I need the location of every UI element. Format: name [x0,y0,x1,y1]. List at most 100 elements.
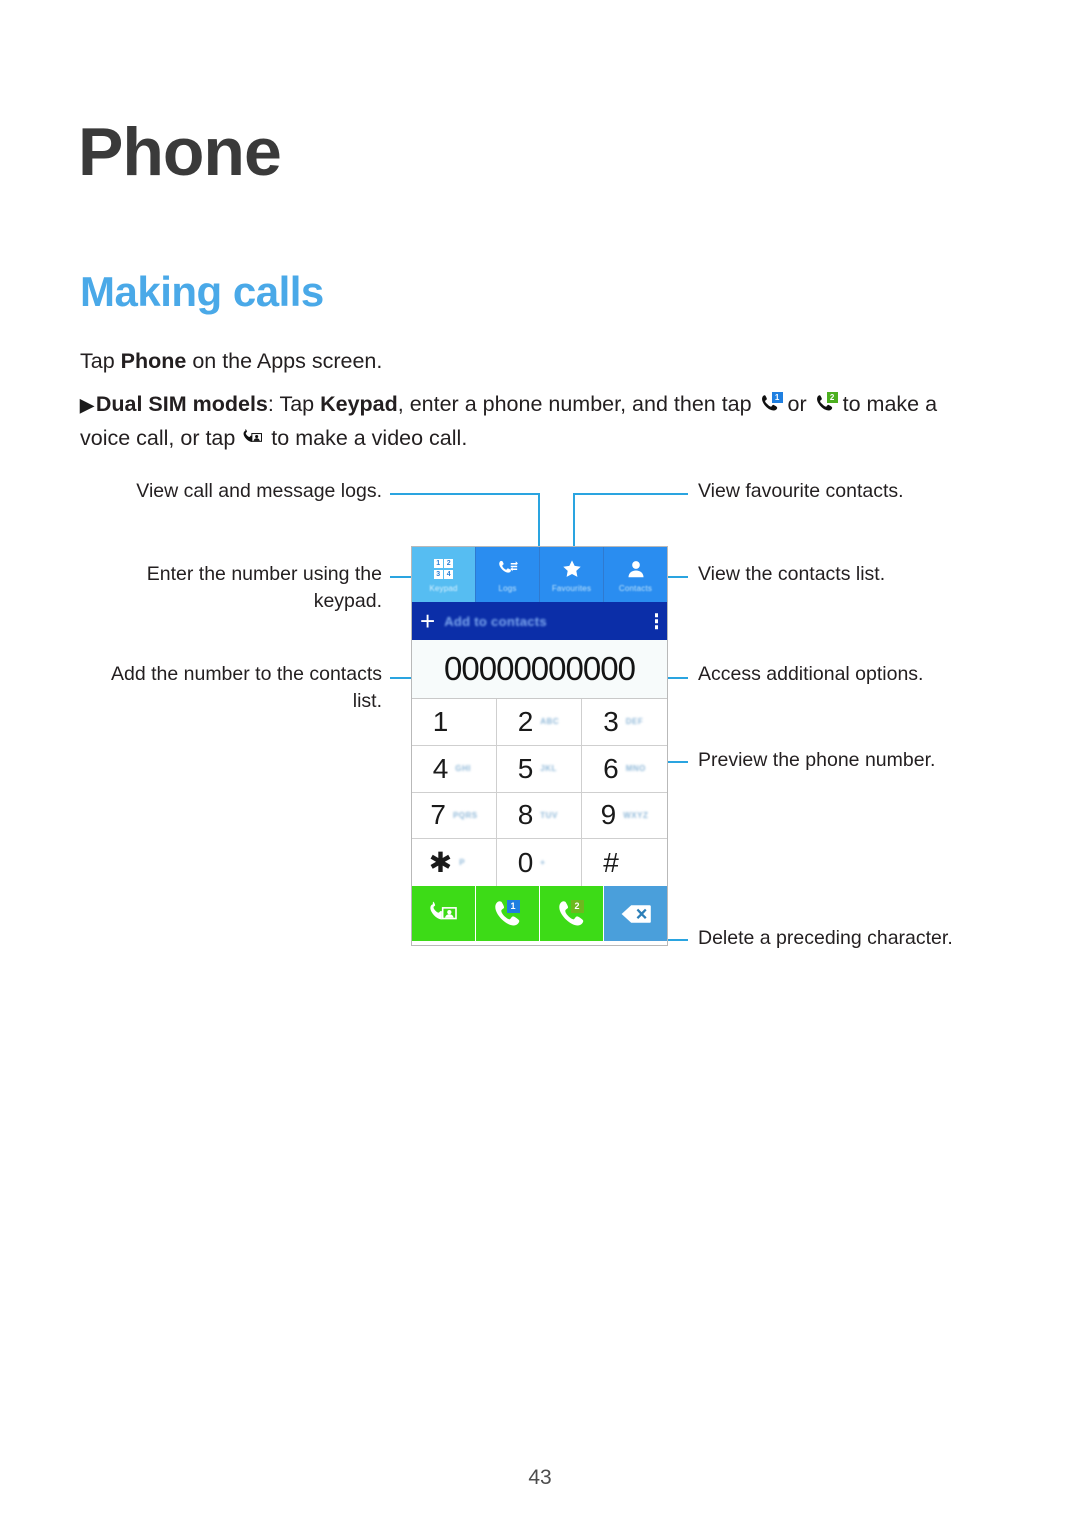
page-title: Phone [78,114,282,190]
key-letters: GHI [455,764,472,774]
keypad-grid-icon: 1 2 3 4 [433,558,455,580]
call-logs-icon [497,558,519,580]
body-text: Tap Phone on the Apps screen. ▶Dual SIM … [80,345,980,465]
phone-handset-icon: 1 [492,898,524,930]
callout-favourites: View favourite contacts. [698,480,904,502]
callout-more-options: Access additional options. [698,663,924,685]
kebab-menu-icon[interactable] [654,613,658,629]
key-7[interactable]: 7 PQRS [412,792,497,840]
text-keypad-bold: Keypad [320,392,398,416]
star-icon [561,558,583,580]
sim1-badge: 1 [771,392,783,403]
phone-app-screenshot: 1 2 3 4 Keypad Logs Favourites Contacts … [411,546,668,946]
sim2-badge: 2 [826,392,838,403]
video-call-icon [242,427,264,449]
section-title: Making calls [80,268,324,315]
key-4[interactable]: 4 GHI [412,745,497,793]
annotated-figure: View call and message logs. Enter the nu… [0,470,1080,990]
paragraph-tap-phone: Tap Phone on the Apps screen. [80,345,980,378]
key-8[interactable]: 8 TUV [497,792,582,840]
callout-add-contacts: Add the number to the contacts list. [110,663,382,712]
sim2-badge: 2 [570,899,584,913]
callout-contacts: View the contacts list. [698,563,886,585]
leader-logs-horizontal [390,493,540,495]
key-9[interactable]: 9 WXYZ [582,793,667,840]
backspace-button[interactable] [604,886,667,941]
callout-keypad: Enter the number using the keypad. [146,563,382,612]
text-dual-sim-t2: , enter a phone number, and then tap [397,392,758,416]
key-letters: WXYZ [623,810,649,820]
key-2[interactable]: 2 ABC [497,699,582,746]
tab-contacts-label: Contacts [618,584,653,593]
text-dual-sim-t1: : Tap [267,392,321,416]
text-line1-bold: Phone [120,349,187,373]
key-digit: 5 [517,752,534,784]
keypad-grid-digit: 2 [444,559,454,569]
key-digit: 8 [517,799,534,831]
tab-logs[interactable]: Logs [476,547,540,602]
tab-favourites-label: Favourites [551,584,592,593]
key-digit: 4 [432,752,449,784]
tab-favourites[interactable]: Favourites [540,547,604,602]
backspace-icon [620,898,652,930]
text-line1-post: on the Apps screen. [186,349,383,373]
tab-bar: 1 2 3 4 Keypad Logs Favourites Contacts [412,547,667,602]
key-letters: DEF [625,717,644,727]
tab-contacts[interactable]: Contacts [604,547,667,602]
tab-keypad-label: Keypad [429,584,458,593]
text-line1-pre: Tap [80,349,121,373]
person-icon [625,558,647,580]
phone-handset-sim2-icon: 2 [814,392,838,415]
key-3[interactable]: 3 DEF [582,699,667,746]
key-1[interactable]: 1 [412,699,497,746]
key-letters: TUV [540,810,558,820]
key-letters: JKL [540,764,557,774]
call-sim2-button[interactable]: 2 [540,886,604,941]
key-digit: ✱ [428,846,453,878]
key-digit: 2 [517,705,534,737]
bullet-triangle-icon: ▶ [80,395,94,415]
key-hash[interactable]: # [582,839,667,886]
key-0[interactable]: 0 + [497,839,582,886]
paragraph-dual-sim: ▶Dual SIM models: Tap Keypad, enter a ph… [80,388,980,455]
number-display-field[interactable]: 00000000000 [412,640,667,699]
key-letters: ABC [540,717,560,727]
add-to-contacts-label: Add to contacts [444,613,547,629]
key-digit: # [603,846,619,878]
key-digit: 1 [432,705,449,737]
tab-logs-label: Logs [498,584,517,593]
callout-preview: Preview the phone number. [698,749,936,771]
key-letters: MNO [625,764,646,774]
key-letters: P [459,858,466,868]
sim1-badge: 1 [506,899,520,913]
key-digit: 9 [600,799,617,831]
keypad-grid-digit: 1 [433,559,443,569]
video-call-button[interactable] [412,886,476,941]
text-dual-sim-t5: to make a video call. [265,426,468,450]
phone-handset-sim1-icon: 1 [759,392,783,415]
leader-favourites-horizontal [573,493,688,495]
entered-number: 00000000000 [444,650,636,687]
keypad-grid-digit: 3 [433,569,443,579]
plus-icon: + [420,606,436,636]
phone-handset-icon: 2 [556,898,588,930]
key-digit: 0 [517,846,534,878]
key-star[interactable]: ✱ P [412,839,497,886]
key-5[interactable]: 5 JKL [497,745,582,793]
key-6[interactable]: 6 MNO [582,746,667,793]
keypad-grid-digit: 4 [444,569,454,579]
call-sim1-button[interactable]: 1 [476,886,540,941]
add-to-contacts-bar[interactable]: + Add to contacts [412,602,667,640]
call-action-bar: 1 2 [412,886,667,941]
video-call-icon [428,898,460,930]
tab-keypad[interactable]: 1 2 3 4 Keypad [412,547,476,602]
key-digit: 6 [603,752,619,784]
page-number: 43 [528,1466,552,1489]
text-dual-sim-bold: Dual SIM models [95,392,268,416]
key-digit: 3 [603,705,619,737]
key-letters: + [540,858,546,868]
key-letters: PQRS [452,810,478,820]
key-digit: 7 [430,799,446,831]
text-dual-sim-t3: or [781,392,813,416]
callout-logs: View call and message logs. [136,480,382,502]
